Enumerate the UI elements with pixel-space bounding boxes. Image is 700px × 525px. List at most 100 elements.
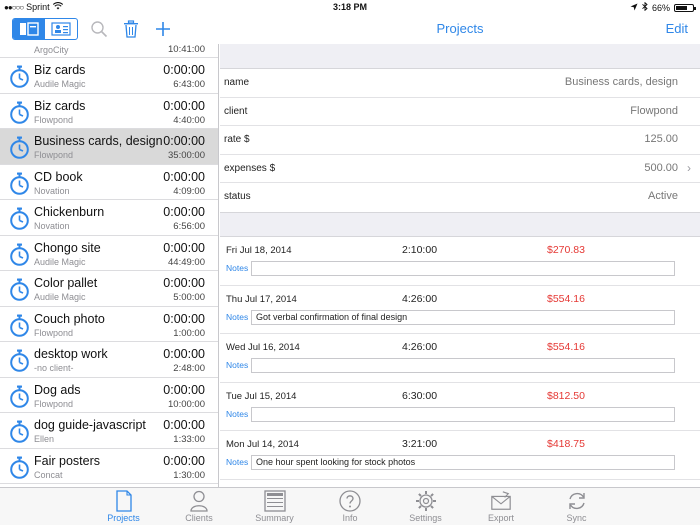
project-timer: 0:00:00 xyxy=(163,311,205,326)
trash-icon[interactable] xyxy=(120,18,142,40)
notes-field[interactable] xyxy=(251,358,675,373)
time-entry[interactable]: Wed Jul 16, 2014 4:26:00 $554.16 Notes xyxy=(220,334,700,383)
stopwatch-icon[interactable] xyxy=(9,243,30,266)
project-row[interactable]: Business cards, design 0:00:00 Flowpond 35:… xyxy=(0,129,218,165)
view-mode-segmented-control xyxy=(12,18,78,40)
project-row[interactable]: Dog ads 0:00:00 Flowpond 10:00:00 xyxy=(0,378,218,413)
stopwatch-icon[interactable] xyxy=(9,314,30,337)
tab-settings[interactable]: Settings xyxy=(388,488,464,525)
tab-label: Projects xyxy=(107,513,140,523)
stopwatch-icon[interactable] xyxy=(9,207,30,230)
project-row[interactable]: ArgoCity 10:41:00 xyxy=(0,44,218,58)
project-row[interactable]: CD book 0:00:00 Novation 4:09:00 xyxy=(0,165,218,200)
search-icon[interactable] xyxy=(88,18,110,40)
stopwatch-icon[interactable] xyxy=(9,385,30,408)
project-client: Flowpond xyxy=(34,114,74,125)
client-value: Flowpond xyxy=(630,104,678,117)
tab-label: Clients xyxy=(185,513,213,523)
edit-button[interactable]: Edit xyxy=(666,14,688,44)
time-entry[interactable]: Tue Jul 15, 2014 6:30:00 $812.50 Notes xyxy=(220,383,700,431)
status-bar-right: 66% xyxy=(630,1,696,13)
tab-projects[interactable]: Projects xyxy=(86,488,162,525)
name-field[interactable]: name Business cards, design xyxy=(220,69,700,98)
expenses-field[interactable]: expenses $ 500.00 › xyxy=(220,155,700,183)
stopwatch-icon[interactable] xyxy=(9,349,30,372)
time-entry[interactable]: Fri Jul 18, 2014 2:10:00 $270.83 Notes xyxy=(220,237,700,286)
add-icon[interactable] xyxy=(152,18,174,40)
entry-date: Fri Jul 18, 2014 xyxy=(226,245,292,256)
project-client: Audile Magic xyxy=(34,256,86,267)
stopwatch-icon[interactable] xyxy=(9,172,30,195)
project-row[interactable]: Biz cards 0:00:00 Flowpond 4:40:00 xyxy=(0,94,218,129)
stopwatch-icon[interactable] xyxy=(9,101,30,124)
project-client: Novation xyxy=(34,185,70,196)
rate-field[interactable]: rate $ 125.00 xyxy=(220,126,700,155)
project-name: Biz cards xyxy=(34,63,86,77)
chevron-right-icon: › xyxy=(687,160,691,175)
notes-field[interactable] xyxy=(251,406,675,422)
gear-icon xyxy=(415,490,437,512)
project-total: 10:41:00 xyxy=(168,44,205,55)
list-view-segment[interactable] xyxy=(45,19,77,39)
project-row[interactable]: Fair posters 0:00:00 Concat 1:30:00 xyxy=(0,449,218,484)
project-name: CD book xyxy=(34,169,83,184)
project-client: Audile Magic xyxy=(34,79,86,89)
project-row[interactable]: Color pallet 0:00:00 Audile Magic 5:00:00 xyxy=(0,271,218,307)
stopwatch-icon[interactable] xyxy=(9,65,30,88)
status-bar: ●●○○○ Sprint 3:18 PM 66% xyxy=(0,0,700,14)
battery-percent: 66% xyxy=(651,2,670,13)
stopwatch-icon[interactable] xyxy=(9,136,30,159)
notes-field[interactable] xyxy=(251,261,675,276)
status-value: Active xyxy=(648,190,678,202)
client-field[interactable]: client Flowpond xyxy=(220,98,700,126)
project-row[interactable]: Chickenburn 0:00:00 Novation 6:56:00 xyxy=(0,200,218,236)
project-total: 10:00:00 xyxy=(168,398,205,410)
project-name: Fair posters xyxy=(34,453,100,468)
notes-field[interactable]: Got verbal confirmation of final design xyxy=(251,309,675,325)
tab-bar: Projects Clients Summary Info Settings Export… xyxy=(0,487,700,525)
status-field[interactable]: status Active xyxy=(220,183,700,212)
tab-sync[interactable]: Sync xyxy=(539,488,615,525)
page-title: Projects xyxy=(436,21,484,36)
location-icon xyxy=(630,3,638,13)
project-row[interactable]: Couch photo 0:00:00 Flowpond 1:00:00 xyxy=(0,307,218,342)
entry-amount: $812.50 xyxy=(547,389,585,402)
project-name: Couch photo xyxy=(34,311,105,326)
tab-export[interactable]: Export xyxy=(463,488,539,525)
list-view-icon xyxy=(51,22,71,36)
project-client: Flowpond xyxy=(34,150,74,160)
project-total: 1:33:00 xyxy=(173,434,205,445)
entry-amount: $270.83 xyxy=(547,244,585,256)
person-icon xyxy=(188,490,210,512)
stopwatch-icon[interactable] xyxy=(9,278,30,301)
project-row[interactable]: Chongo site 0:00:00 Audile Magic 44:49:00 xyxy=(0,236,218,271)
tab-label: Settings xyxy=(409,513,442,523)
entry-date: Tue Jul 15, 2014 xyxy=(226,390,297,402)
project-row[interactable]: dog guide-javascript 0:00:00 Ellen 1:33:00 xyxy=(0,413,218,449)
entry-duration: 4:26:00 xyxy=(402,292,438,305)
notes-field[interactable]: One hour spent looking for stock photos xyxy=(251,455,675,470)
project-total: 4:09:00 xyxy=(173,185,205,197)
envelope-icon xyxy=(490,490,512,512)
tab-info[interactable]: Info xyxy=(312,488,388,525)
project-client: ArgoCity xyxy=(34,45,69,55)
stopwatch-icon[interactable] xyxy=(9,456,30,479)
project-total: 4:40:00 xyxy=(173,114,205,126)
project-row[interactable]: Biz cards 0:00:00 Audile Magic 6:43:00 xyxy=(0,58,218,94)
project-view-segment[interactable] xyxy=(13,19,45,39)
time-entry[interactable]: Mon Jul 14, 2014 3:21:00 $418.75 Notes One h… xyxy=(220,431,700,480)
entry-duration: 3:21:00 xyxy=(402,438,438,450)
project-row[interactable]: desktop work 0:00:00 -no client- 2:48:00 xyxy=(0,342,218,378)
tab-summary[interactable]: Summary xyxy=(237,488,313,525)
project-name: Dog ads xyxy=(34,382,81,397)
rate-value: 125.00 xyxy=(644,133,678,145)
time-entries: Fri Jul 18, 2014 2:10:00 $270.83 Notes Thu J… xyxy=(220,236,700,487)
project-client: -no client- xyxy=(34,363,74,373)
info-icon xyxy=(339,490,361,512)
time-entry[interactable]: Thu Jul 17, 2014 4:26:00 $554.16 Notes Got v… xyxy=(220,286,700,334)
tab-clients[interactable]: Clients xyxy=(161,488,237,525)
project-total: 5:00:00 xyxy=(173,292,205,303)
project-total: 35:00:00 xyxy=(168,150,205,161)
navigation-bar: Projects Edit xyxy=(0,14,700,44)
stopwatch-icon[interactable] xyxy=(9,420,30,443)
